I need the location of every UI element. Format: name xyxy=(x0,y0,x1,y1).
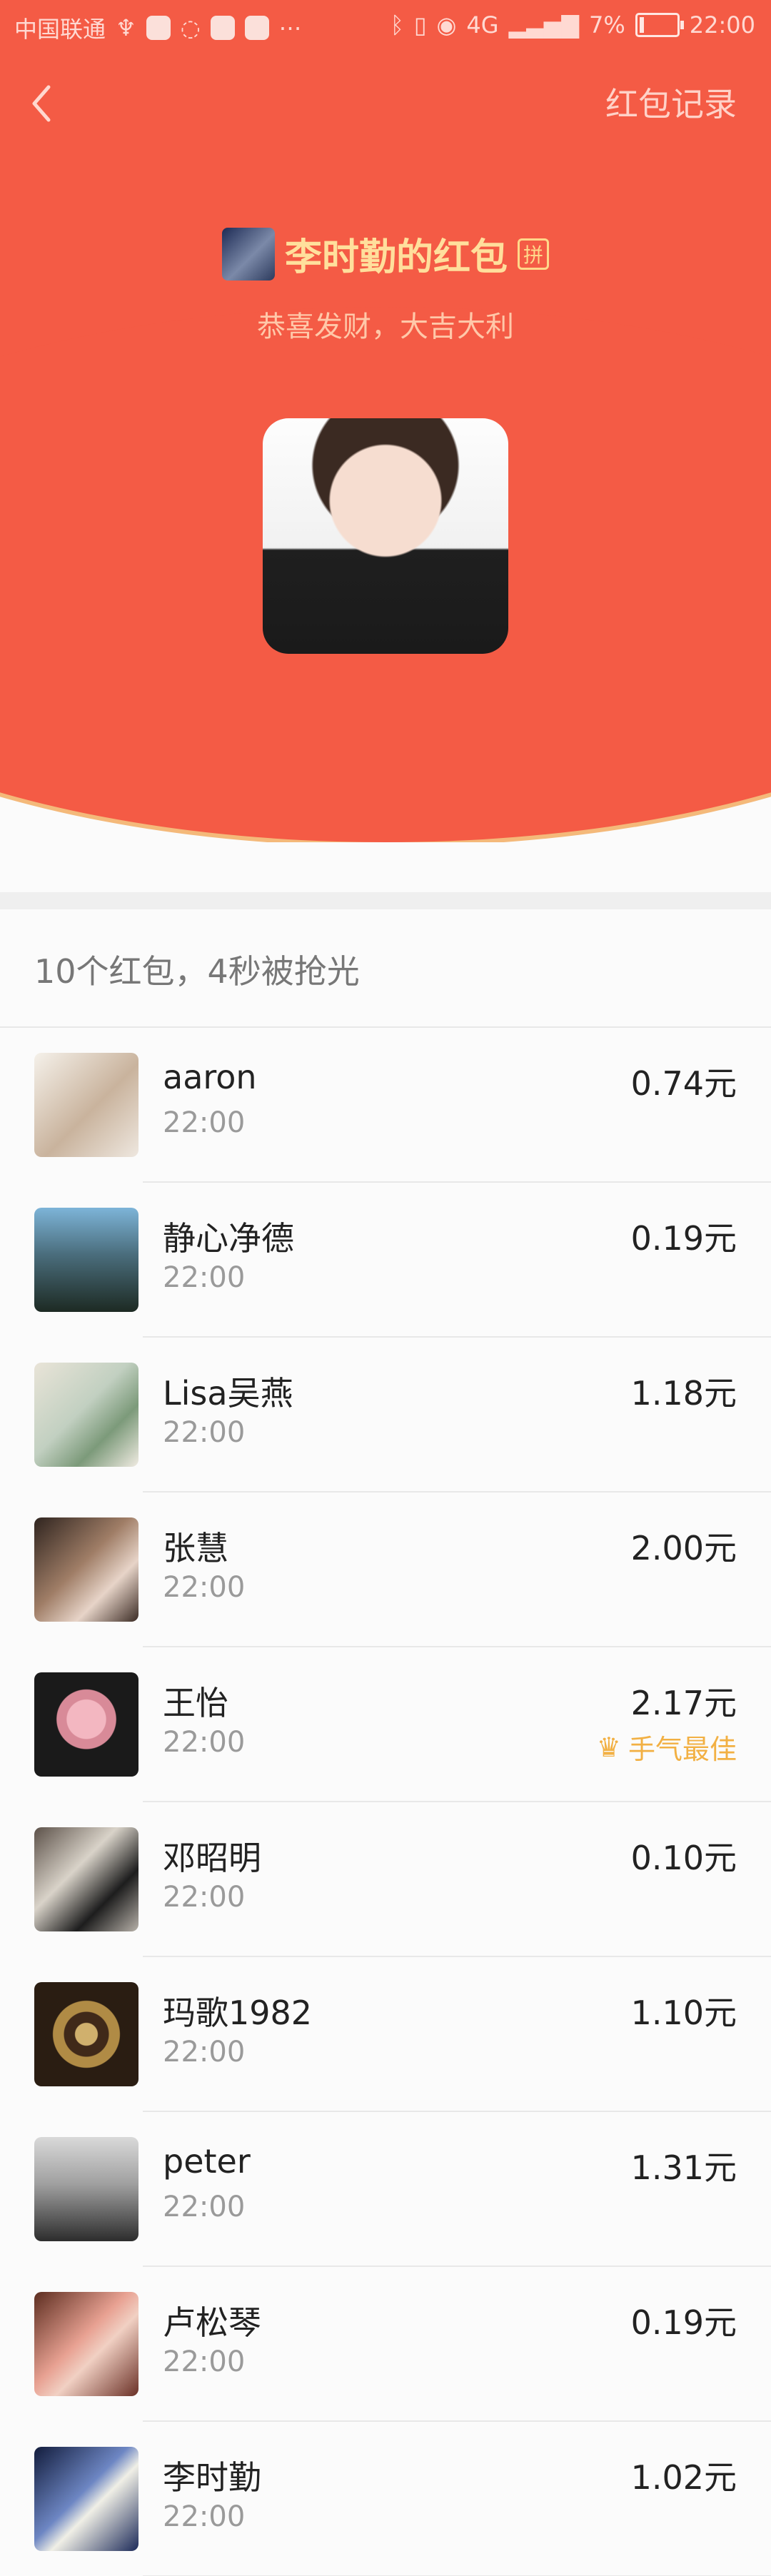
avatar xyxy=(34,2447,138,2551)
recipient-name: 玛歌1982 xyxy=(163,1994,313,2032)
sender-avatar xyxy=(221,227,275,281)
red-packet-record-link[interactable]: 红包记录 xyxy=(605,79,737,126)
list-item[interactable]: Lisa吴燕 22:00 1.18元 xyxy=(0,1338,771,1492)
receive-time: 22:00 xyxy=(163,1881,246,1914)
greeting-text: 恭喜发财，大吉大利 xyxy=(257,310,514,343)
list-item[interactable]: 玛歌1982 22:00 1.10元 xyxy=(0,1957,771,2112)
recipient-name: 邓昭明 xyxy=(163,1839,261,1877)
sender-row: 李时勤的红包 拼 xyxy=(0,227,771,281)
amount: 1.02元 xyxy=(630,2458,737,2497)
recipient-name: Lisa吴燕 xyxy=(163,1374,293,1413)
list-item[interactable]: 李时勤 22:00 1.02元 xyxy=(0,2422,771,2576)
avatar xyxy=(34,1827,138,1931)
recipient-name: 王怡 xyxy=(163,1684,228,1722)
avatar xyxy=(34,1982,138,2086)
amount: 0.19元 xyxy=(630,2303,737,2342)
receive-time: 22:00 xyxy=(163,1726,246,1759)
crown-icon: ♛ xyxy=(596,1731,621,1763)
receive-time: 22:00 xyxy=(163,2345,246,2378)
best-luck-badge: ♛ 手气最佳 xyxy=(597,1727,737,1767)
receive-time: 22:00 xyxy=(163,1571,246,1604)
recipient-name: aaron xyxy=(163,1058,257,1096)
avatar xyxy=(34,2292,138,2396)
network-type: 4G xyxy=(466,11,499,39)
receive-time: 22:00 xyxy=(163,1416,246,1449)
app-notification-icon xyxy=(146,16,171,40)
amount: 1.18元 xyxy=(630,1374,737,1413)
list-item[interactable]: 卢松琴 22:00 0.19元 xyxy=(0,2267,771,2422)
amount: 0.10元 xyxy=(630,1839,737,1877)
amount: 2.00元 xyxy=(630,1529,737,1567)
receive-time: 22:00 xyxy=(163,2036,246,2069)
amount: 1.10元 xyxy=(630,1994,737,2032)
app-notification-icon-3 xyxy=(244,16,269,40)
clock: 22:00 xyxy=(689,11,755,39)
red-packet-header: 中国联通 ♆ ◌ ⋯ ᛒ ▯ ◉ 4G ▂▃▅▇ 7% 22:00 红包记录 李… xyxy=(0,0,771,842)
recipient-name: 静心净德 xyxy=(163,1219,294,1258)
sender-large-avatar xyxy=(263,418,508,654)
list-item[interactable]: 邓昭明 22:00 0.10元 xyxy=(0,1802,771,1957)
status-left: 中国联通 ♆ ◌ ⋯ xyxy=(14,11,302,44)
red-packet-detail-page: 中国联通 ♆ ◌ ⋯ ᛒ ▯ ◉ 4G ▂▃▅▇ 7% 22:00 红包记录 李… xyxy=(0,0,771,2576)
receive-time: 22:00 xyxy=(163,1106,246,1139)
best-luck-label: 手气最佳 xyxy=(628,1734,737,1765)
avatar xyxy=(34,1517,138,1622)
receive-time: 22:00 xyxy=(163,2191,246,2223)
amount: 0.74元 xyxy=(630,1064,737,1103)
list-item[interactable]: peter 22:00 1.31元 xyxy=(0,2112,771,2267)
more-icon: ⋯ xyxy=(278,14,302,41)
packet-summary: 10个红包，4秒被抢光 xyxy=(34,952,360,991)
carrier-label: 中国联通 xyxy=(14,16,106,43)
receive-time: 22:00 xyxy=(163,2500,246,2533)
recipient-list: aaron 22:00 0.74元 静心净德 22:00 0.19元 Lisa吴… xyxy=(0,1028,771,2576)
status-bar: 中国联通 ♆ ◌ ⋯ ᛒ ▯ ◉ 4G ▂▃▅▇ 7% 22:00 xyxy=(0,0,771,51)
sender-title: 李时勤的红包 xyxy=(284,236,508,279)
bluetooth-icon: ᛒ xyxy=(390,11,404,39)
battery-text: 7% xyxy=(589,11,625,39)
recipient-name: 张慧 xyxy=(163,1529,228,1567)
list-item[interactable]: 张慧 22:00 2.00元 xyxy=(0,1492,771,1647)
status-right: ᛒ ▯ ◉ 4G ▂▃▅▇ 7% 22:00 xyxy=(390,11,755,39)
avatar xyxy=(34,1053,138,1157)
recipient-name: 卢松琴 xyxy=(163,2303,261,2342)
section-divider xyxy=(0,892,771,909)
recipient-name: 李时勤 xyxy=(163,2458,261,2497)
amount: 2.17元 xyxy=(630,1684,737,1722)
avatar xyxy=(34,2137,138,2241)
back-button[interactable] xyxy=(21,79,64,128)
recipient-name: peter xyxy=(163,2142,251,2181)
amount: 0.19元 xyxy=(630,1219,737,1258)
receive-time: 22:00 xyxy=(163,1261,246,1294)
avatar xyxy=(34,1672,138,1777)
battery-icon xyxy=(635,13,684,37)
vibrate-icon: ▯ xyxy=(413,11,427,39)
avatar xyxy=(34,1363,138,1467)
usb-icon: ♆ xyxy=(116,14,136,41)
list-item[interactable]: aaron 22:00 0.74元 xyxy=(0,1028,771,1183)
lucky-packet-icon: 拼 xyxy=(518,238,549,270)
app-notification-icon-2 xyxy=(210,16,235,40)
chevron-left-icon xyxy=(32,85,51,122)
signal-icon: ▂▃▅▇ xyxy=(508,11,580,39)
eye-icon: ◉ xyxy=(436,11,457,39)
avatar xyxy=(34,1208,138,1312)
amount: 1.31元 xyxy=(630,2148,737,2187)
notification-icon: ◌ xyxy=(180,14,201,41)
list-item[interactable]: 王怡 22:00 2.17元 ♛ 手气最佳 xyxy=(0,1647,771,1802)
list-item[interactable]: 静心净德 22:00 0.19元 xyxy=(0,1183,771,1338)
